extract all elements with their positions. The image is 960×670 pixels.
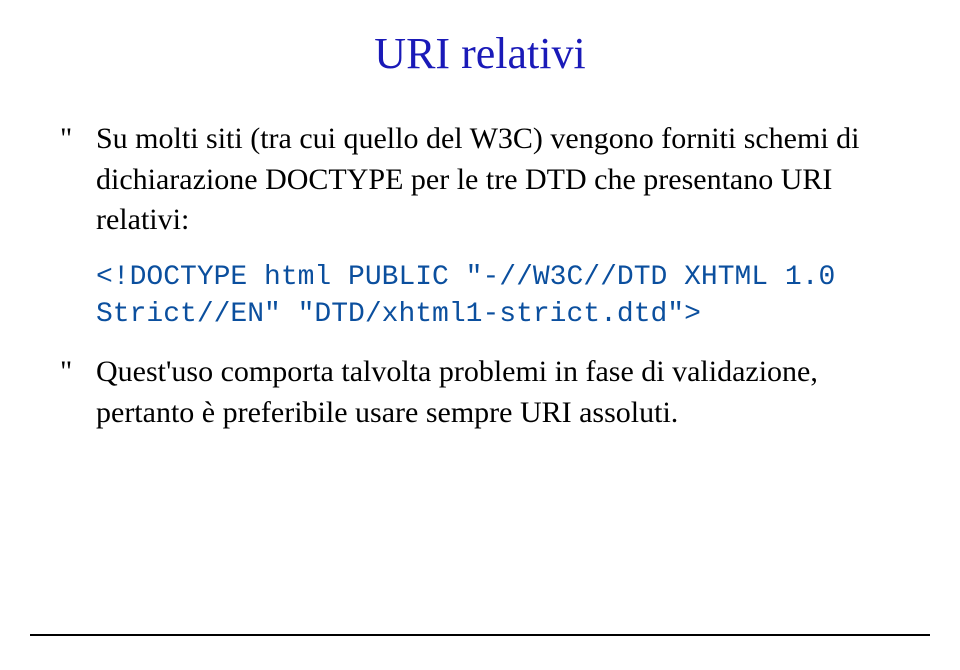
bullet-icon: " xyxy=(60,352,96,393)
paragraph-text: Quest'uso comporta talvolta problemi in … xyxy=(96,352,900,433)
code-block: <!DOCTYPE html PUBLIC "-//W3C//DTD XHTML… xyxy=(96,259,900,335)
list-item: " Quest'uso comporta talvolta problemi i… xyxy=(60,352,900,433)
slide-page: URI relativi " Su molti siti (tra cui qu… xyxy=(0,0,960,670)
code-line: <!DOCTYPE html PUBLIC "-//W3C//DTD XHTML… xyxy=(96,262,835,293)
paragraph-text: Su molti siti (tra cui quello del W3C) v… xyxy=(96,119,900,241)
footer-divider xyxy=(30,634,930,636)
body-content: " Su molti siti (tra cui quello del W3C)… xyxy=(60,119,900,433)
bullet-icon: " xyxy=(60,119,96,160)
code-line: Strict//EN" "DTD/xhtml1-strict.dtd"> xyxy=(96,299,701,330)
list-item: " Su molti siti (tra cui quello del W3C)… xyxy=(60,119,900,241)
page-title: URI relativi xyxy=(60,28,900,79)
